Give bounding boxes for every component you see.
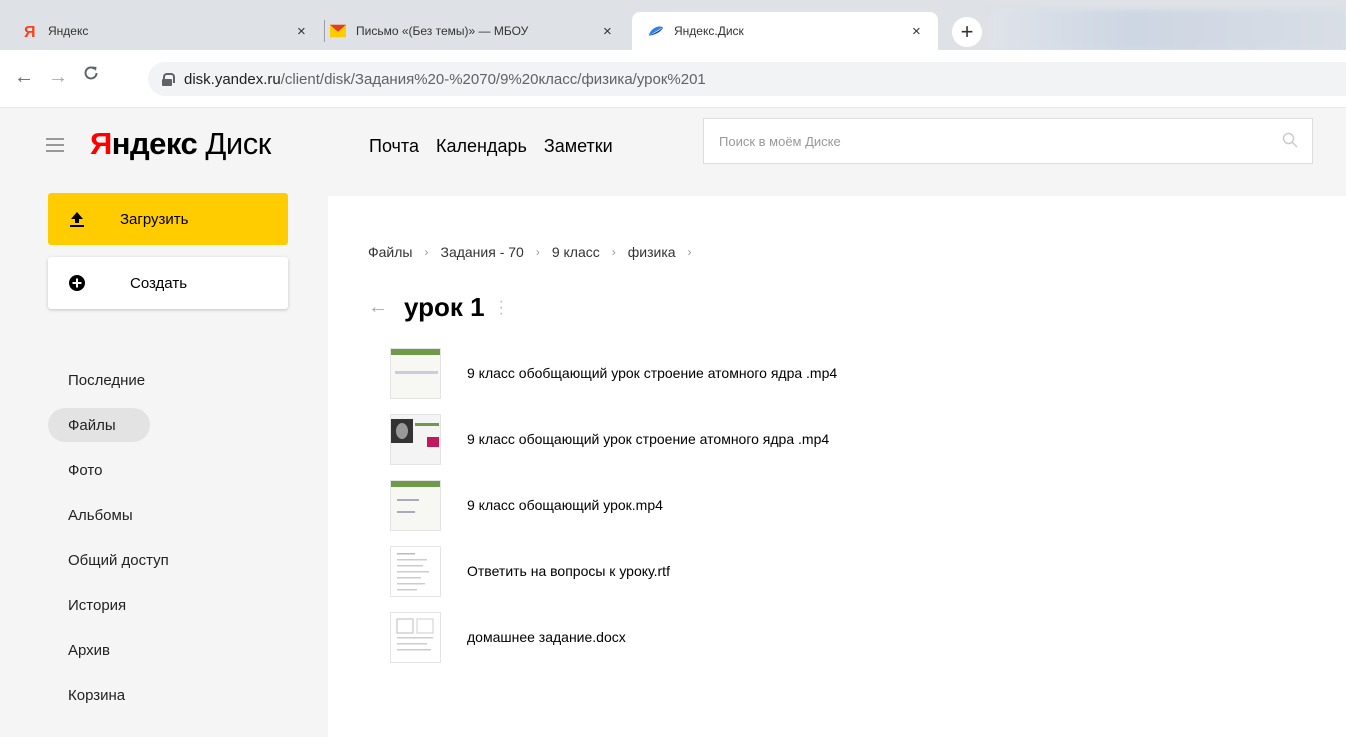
file-name: 9 класс обобщающий урок строение атомног… (467, 365, 838, 381)
browser-tab-bar: Я Яндекс × Письмо «(Без темы)» — МБОУ × … (0, 0, 1346, 50)
document-thumbnail (390, 611, 441, 663)
document-thumbnail (390, 545, 441, 597)
search-icon[interactable] (1282, 132, 1298, 148)
logo-yandex: ндекс (111, 126, 198, 161)
main-content: Файлы › Задания - 70 › 9 класс › физика … (328, 196, 1346, 737)
close-tab-icon[interactable]: × (912, 23, 921, 40)
list-item[interactable]: домашнее задание.docx (390, 604, 837, 670)
list-item[interactable]: Ответить на вопросы к уроку.rtf (390, 538, 837, 604)
file-name: домашнее задание.docx (467, 629, 626, 645)
breadcrumb-grade[interactable]: 9 класс (552, 244, 600, 260)
chevron-right-icon: › (687, 245, 692, 259)
reload-icon[interactable] (82, 64, 100, 88)
sidebar-item-recent[interactable]: Последние (48, 363, 288, 397)
address-bar: ← → disk.yandex.ru/client/disk/Задания%2… (0, 50, 1346, 108)
search-placeholder: Поиск в моём Диске (719, 133, 841, 149)
file-name: 9 класс обощающий урок строение атомного… (467, 431, 830, 447)
sidebar-item-archive[interactable]: Архив (48, 633, 288, 667)
lock-icon (162, 73, 175, 86)
upload-icon (68, 210, 86, 228)
sidebar-item-files[interactable]: Файлы (48, 408, 150, 442)
chevron-right-icon: › (424, 245, 429, 259)
sidebar-menu: Последние Файлы Фото Альбомы Общий досту… (48, 363, 288, 723)
back-arrow-icon[interactable]: ← (368, 296, 388, 319)
list-item[interactable]: 9 класс обощающий урок строение атомного… (390, 406, 837, 472)
plus-circle-icon (68, 274, 86, 292)
url-host: disk.yandex.ru (184, 70, 281, 88)
create-label: Создать (130, 274, 188, 292)
search-input[interactable]: Поиск в моём Диске (703, 118, 1313, 164)
hamburger-menu-icon[interactable] (46, 138, 64, 152)
close-tab-icon[interactable]: × (603, 23, 612, 40)
folder-title-row: ← урок 1 · · · (368, 292, 504, 323)
logo-letter: Я (90, 126, 112, 161)
chevron-right-icon: › (535, 245, 540, 259)
upload-label: Загрузить (120, 210, 189, 228)
sidebar-item-trash[interactable]: Корзина (48, 678, 288, 712)
yandex-ya-icon: Я (22, 23, 38, 39)
blurred-area (990, 10, 1346, 50)
sidebar-item-albums[interactable]: Альбомы (48, 498, 288, 532)
forward-arrow-icon[interactable]: → (48, 66, 68, 89)
file-list: 9 класс обобщающий урок строение атомног… (390, 340, 837, 670)
breadcrumb: Файлы › Задания - 70 › 9 класс › физика … (368, 244, 704, 260)
new-tab-button[interactable]: + (952, 17, 982, 47)
tab-title: Яндекс.Диск (674, 24, 744, 38)
browser-tab-yandex[interactable]: Я Яндекс × (22, 12, 322, 50)
chevron-right-icon: › (611, 245, 616, 259)
svg-text:Я: Я (24, 24, 36, 39)
yandex-disk-logo[interactable]: Яндекс Диск (90, 126, 271, 162)
nav-calendar-link[interactable]: Календарь (436, 136, 527, 157)
file-name: 9 класс обощающий урок.mp4 (467, 497, 663, 513)
breadcrumb-tasks[interactable]: Задания - 70 (440, 244, 523, 260)
tab-title: Письмо «(Без темы)» — МБОУ (356, 24, 529, 38)
url-input[interactable]: disk.yandex.ru/client/disk/Задания%20-%2… (148, 62, 1346, 96)
disk-icon (648, 23, 664, 39)
list-item[interactable]: 9 класс обобщающий урок строение атомног… (390, 340, 837, 406)
url-path: /client/disk/Задания%20-%2070/9%20класс/… (280, 70, 706, 88)
logo-disk: Диск (197, 126, 271, 161)
tab-divider (324, 20, 325, 42)
video-thumbnail (390, 347, 441, 399)
browser-tab-mail[interactable]: Письмо «(Без темы)» — МБОУ × (330, 12, 630, 50)
page-title: урок 1 (404, 292, 485, 322)
nav-notes-link[interactable]: Заметки (544, 136, 613, 157)
close-tab-icon[interactable]: × (297, 23, 306, 40)
top-navigation: Почта Календарь Заметки (369, 136, 613, 157)
mail-envelope-icon (330, 23, 346, 39)
tab-title: Яндекс (48, 24, 89, 38)
back-arrow-icon[interactable]: ← (14, 66, 34, 89)
breadcrumb-physics[interactable]: физика (628, 244, 676, 260)
file-name: Ответить на вопросы к уроку.rtf (467, 563, 670, 579)
video-thumbnail (390, 413, 441, 465)
browser-tab-disk[interactable]: Яндекс.Диск × (632, 12, 938, 50)
breadcrumb-files[interactable]: Файлы (368, 244, 412, 260)
video-thumbnail (390, 479, 441, 531)
more-vertical-icon[interactable]: · · · (499, 293, 504, 321)
create-button[interactable]: Создать (48, 257, 288, 309)
nav-mail-link[interactable]: Почта (369, 136, 419, 157)
page-header: Яндекс Диск Почта Календарь Заметки Поис… (0, 108, 1346, 188)
sidebar-item-history[interactable]: История (48, 588, 288, 622)
sidebar-item-photo[interactable]: Фото (48, 453, 288, 487)
list-item[interactable]: 9 класс обощающий урок.mp4 (390, 472, 837, 538)
upload-button[interactable]: Загрузить (48, 193, 288, 245)
sidebar-item-shared[interactable]: Общий доступ (48, 543, 288, 577)
